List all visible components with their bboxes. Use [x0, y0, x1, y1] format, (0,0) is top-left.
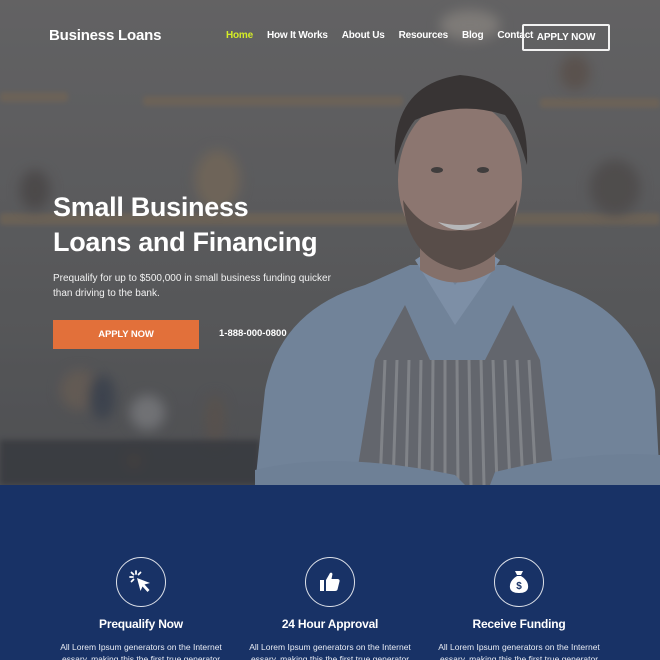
hero-title: Small Business Loans and Financing	[53, 190, 318, 260]
feature-text: All Lorem Ipsum generators on the Intern…	[60, 642, 222, 660]
feature-icon-circle	[305, 557, 355, 607]
feature-title: 24 Hour Approval	[281, 617, 379, 631]
main-menu: Home How It Works About Us Resources Blo…	[226, 30, 547, 41]
feature-icon-circle: $	[494, 557, 544, 607]
nav-item-resources[interactable]: Resources	[399, 30, 449, 41]
hero-subtitle: Prequalify for up to $500,000 in small b…	[53, 273, 331, 299]
nav-item-blog[interactable]: Blog	[462, 30, 484, 41]
brand-logo[interactable]: Business Loans	[49, 27, 161, 44]
hero-title-line-1: Small Business	[53, 192, 249, 222]
feature-title: Prequalify Now	[99, 617, 183, 631]
top-navigation: Business Loans Home How It Works About U…	[0, 0, 660, 75]
svg-text:$: $	[516, 581, 522, 592]
cursor-click-icon	[129, 570, 150, 592]
hero-apply-now-button[interactable]: APPLY NOW	[53, 320, 199, 349]
hero-phone-link[interactable]: 1-888-000-0800	[219, 328, 287, 339]
nav-item-home[interactable]: Home	[226, 30, 253, 41]
feature-icon-circle	[116, 557, 166, 607]
features-section: Prequalify Now All Lorem Ipsum generator…	[0, 485, 660, 660]
nav-item-how-it-works[interactable]: How It Works	[267, 30, 328, 41]
feature-title: Receive Funding	[472, 617, 566, 631]
money-bag-icon: $	[509, 571, 529, 593]
nav-apply-now-button[interactable]: APPLY NOW	[522, 24, 610, 51]
nav-item-about-us[interactable]: About Us	[342, 30, 385, 41]
feature-text: All Lorem Ipsum generators on the Intern…	[249, 642, 411, 660]
feature-text: All Lorem Ipsum generators on the Intern…	[438, 642, 600, 660]
hero-section: Business Loans Home How It Works About U…	[0, 0, 660, 485]
hero-title-line-2: Loans and Financing	[53, 227, 318, 257]
thumbs-up-icon	[320, 572, 340, 591]
